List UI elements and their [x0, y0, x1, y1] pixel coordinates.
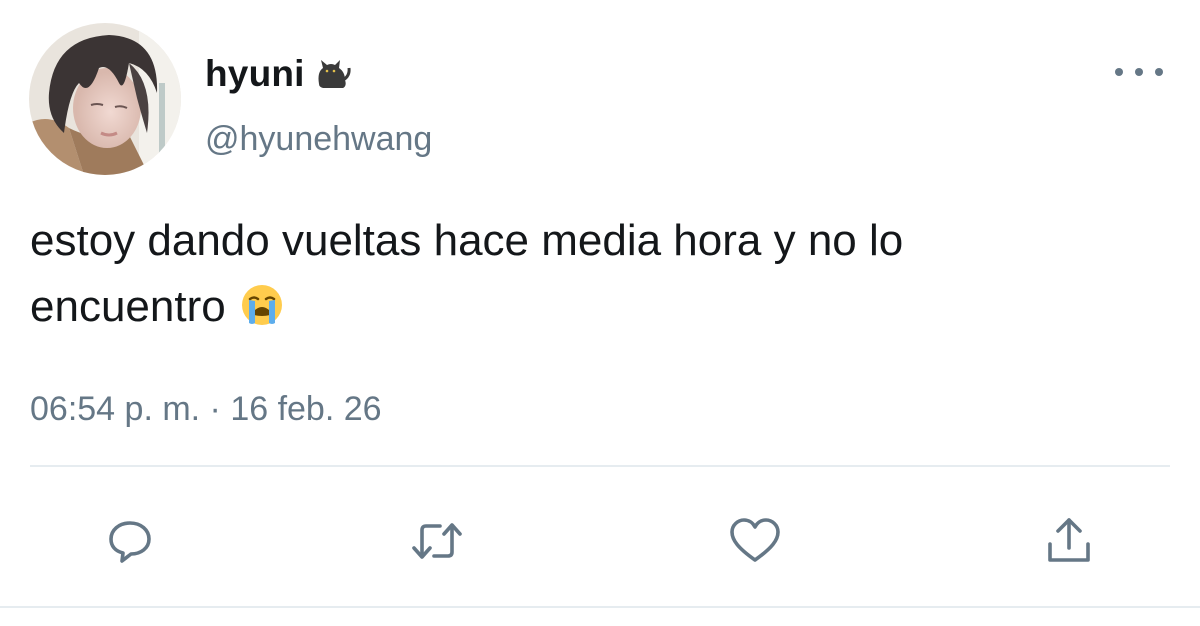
retweet-icon [412, 523, 462, 559]
tweet-card: hyuni @hyunehwang estoy dando vueltas ha… [0, 0, 1200, 626]
share-button[interactable] [1041, 513, 1097, 569]
retweet-button[interactable] [409, 513, 465, 569]
display-name[interactable]: hyuni [205, 53, 305, 95]
timestamp[interactable]: 06:54 p. m. · 16 feb. 26 [30, 390, 382, 429]
more-options-icon[interactable] [1115, 60, 1163, 84]
more-dot [1115, 68, 1123, 76]
tweet-text-line-2: encuentro [30, 282, 226, 331]
bottom-divider [0, 606, 1200, 608]
cat-emoji [313, 54, 353, 94]
action-bar [0, 505, 1200, 575]
like-button[interactable] [727, 513, 783, 569]
reply-button[interactable] [102, 513, 158, 569]
loudly-crying-face-emoji [240, 280, 284, 325]
heart-icon [730, 518, 780, 562]
divider [30, 465, 1170, 467]
share-icon [1048, 518, 1090, 562]
more-dot [1155, 68, 1163, 76]
more-dot [1135, 68, 1143, 76]
tweet-text-line-2-wrap: encuentro [30, 274, 1150, 340]
reply-icon [109, 521, 151, 563]
tweet-text-line-1: estoy dando vueltas hace media hora y no… [30, 216, 904, 265]
tweet-text: estoy dando vueltas hace media hora y no… [30, 208, 1150, 340]
avatar-image [29, 23, 181, 175]
handle[interactable]: @hyunehwang [205, 120, 432, 159]
author-name-row[interactable]: hyuni [205, 50, 353, 98]
avatar[interactable] [29, 23, 181, 175]
